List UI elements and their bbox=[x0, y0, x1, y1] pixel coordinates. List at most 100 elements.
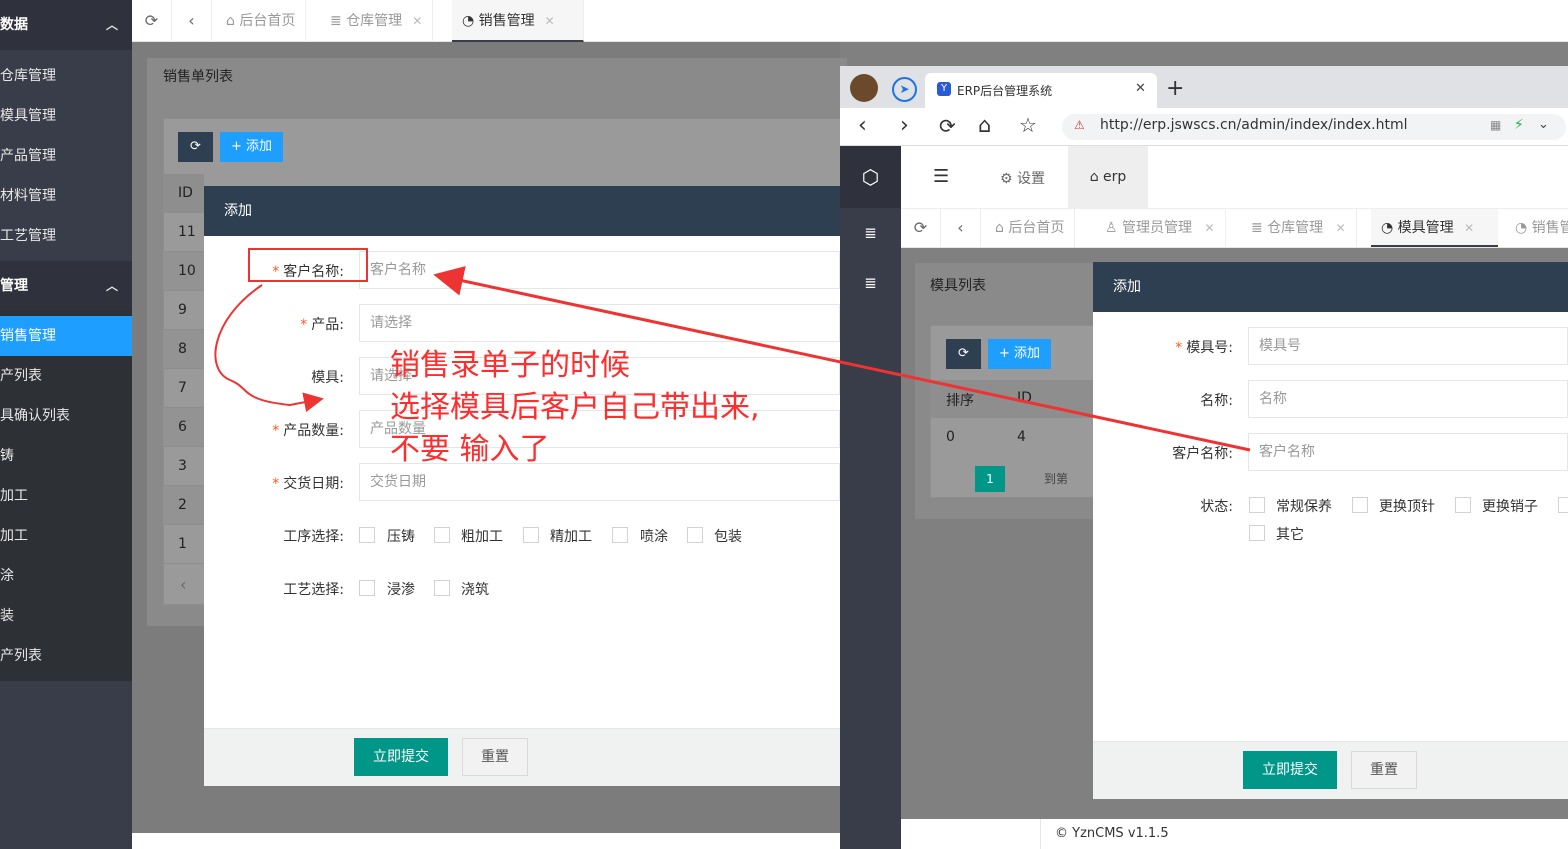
cube-icon[interactable]: ⬡ bbox=[840, 146, 901, 208]
process-option-label: 压铸 bbox=[387, 529, 415, 545]
back-icon[interactable]: ‹ bbox=[858, 113, 867, 138]
list-title: 销售单列表 bbox=[163, 69, 233, 85]
annotation-line: 不要 输入了 bbox=[390, 432, 550, 467]
mold-no-input[interactable]: 模具号 bbox=[1248, 327, 1568, 365]
table-row: 3 bbox=[163, 447, 204, 486]
status-checkbox[interactable] bbox=[1249, 525, 1265, 541]
table-header-sort[interactable]: 排序 bbox=[946, 390, 974, 410]
tab-label: 仓库管理 bbox=[346, 13, 403, 29]
refresh-icon[interactable]: ⟳ bbox=[132, 0, 172, 42]
tab-label: 后台首页 bbox=[239, 13, 296, 29]
chevron-left-icon[interactable]: ‹ bbox=[172, 0, 212, 42]
refresh-button[interactable]: ⟳ bbox=[178, 132, 213, 162]
customer-input[interactable]: 客户名称 bbox=[1248, 433, 1568, 471]
sidebar-item-casting[interactable]: 铸 bbox=[0, 436, 132, 476]
settings-nav[interactable]: ⚙ 设置 bbox=[1000, 168, 1045, 188]
sidebar-item-craft[interactable]: 工艺管理 bbox=[0, 216, 132, 256]
table-row: 6 bbox=[163, 408, 204, 447]
tab-admin[interactable]: ♙ 管理员管理 ✕ bbox=[1095, 209, 1226, 247]
home-icon[interactable]: ⌂ bbox=[978, 113, 991, 137]
star-icon[interactable]: ☆ bbox=[1019, 113, 1037, 137]
erp-nav[interactable]: ⌂ erp bbox=[1068, 146, 1148, 208]
name-input[interactable]: 名称 bbox=[1248, 380, 1568, 418]
sidebar-item-material[interactable]: 材料管理 bbox=[0, 176, 132, 216]
table-row: 7 bbox=[163, 369, 204, 408]
navigate-icon[interactable]: ➤ bbox=[892, 77, 917, 102]
sidebar-item-fine[interactable]: 加工 bbox=[0, 516, 132, 556]
product-select[interactable]: 请选择 bbox=[359, 304, 840, 342]
refresh-icon[interactable]: ⟳ bbox=[901, 209, 941, 247]
refresh-icon: ⟳ bbox=[190, 139, 201, 154]
sidebar-item-production-list[interactable]: 产列表 bbox=[0, 356, 132, 396]
close-icon[interactable]: ✕ bbox=[1336, 221, 1346, 235]
right-header: ☰ ⚙ 设置 ⌂ erp bbox=[901, 146, 1568, 208]
tab-warehouse[interactable]: ≣ 仓库管理 ✕ bbox=[1241, 209, 1357, 247]
sidebar-group-data[interactable]: 数据 ︿ bbox=[0, 0, 132, 50]
url-field[interactable]: ⚠ http://erp.jswscs.cn/admin/index/index… bbox=[1062, 114, 1566, 140]
table-header-id[interactable]: ID bbox=[163, 174, 204, 213]
browser-tab[interactable]: Y ERP后台管理系统 ✕ bbox=[925, 73, 1157, 108]
left-tabbar: ⟳ ‹ ⌂ 后台首页 ≣ 仓库管理 ✕ ◔ 销售管理 ✕ bbox=[132, 0, 1568, 42]
close-icon[interactable]: ✕ bbox=[1204, 221, 1214, 235]
new-tab-button[interactable]: + bbox=[1166, 76, 1184, 101]
chevron-left-icon[interactable]: ‹ bbox=[941, 209, 981, 247]
submit-button[interactable]: 立即提交 bbox=[1243, 751, 1337, 789]
forward-icon[interactable]: › bbox=[900, 113, 909, 138]
close-icon[interactable]: ✕ bbox=[1135, 81, 1146, 96]
sidebar-item-warehouse[interactable]: 仓库管理 bbox=[0, 56, 132, 96]
process-checkbox[interactable] bbox=[434, 527, 450, 543]
craft-checkbox[interactable] bbox=[359, 580, 375, 596]
sidebar-item-paint[interactable]: 涂 bbox=[0, 556, 132, 596]
submit-button[interactable]: 立即提交 bbox=[354, 738, 448, 776]
process-checkbox[interactable] bbox=[523, 527, 539, 543]
menu-toggle-icon[interactable]: ☰ bbox=[933, 166, 949, 187]
page-button[interactable]: 1 bbox=[975, 466, 1005, 492]
reset-button[interactable]: 重置 bbox=[462, 738, 528, 776]
lightning-icon[interactable]: ⚡ bbox=[1514, 117, 1524, 133]
status-checkbox[interactable] bbox=[1558, 497, 1568, 513]
sidebar-item-product-list[interactable]: 产列表 bbox=[0, 636, 132, 676]
process-label: 工序选择: bbox=[283, 529, 344, 545]
tab-home[interactable]: ⌂ 后台首页 bbox=[216, 0, 307, 42]
craft-option-label: 浇筑 bbox=[461, 582, 489, 598]
process-checkbox[interactable] bbox=[359, 527, 375, 543]
reset-button[interactable]: 重置 bbox=[1351, 751, 1417, 789]
avatar[interactable] bbox=[850, 74, 878, 102]
qr-icon[interactable]: ▦ bbox=[1490, 118, 1501, 132]
pager-prev-icon[interactable]: ‹ bbox=[180, 575, 186, 594]
process-checkbox[interactable] bbox=[612, 527, 628, 543]
tab-home[interactable]: ⌂ 后台首页 bbox=[985, 209, 1076, 247]
table-header-id[interactable]: ID bbox=[1017, 390, 1032, 406]
process-checkbox[interactable] bbox=[687, 527, 703, 543]
close-icon[interactable]: ✕ bbox=[1464, 221, 1474, 235]
sidebar-item-product[interactable]: 产品管理 bbox=[0, 136, 132, 176]
refresh-button[interactable]: ⟳ bbox=[946, 339, 981, 369]
sidebar-item-pack[interactable]: 装 bbox=[0, 596, 132, 636]
reload-icon[interactable]: ⟳ bbox=[939, 114, 956, 138]
chevron-down-icon[interactable]: ⌄ bbox=[1538, 117, 1549, 132]
close-icon[interactable]: ✕ bbox=[545, 14, 555, 28]
sidebar-item-sales[interactable]: 销售管理 bbox=[0, 316, 132, 356]
craft-label: 工艺选择: bbox=[283, 582, 344, 598]
tab-warehouse[interactable]: ≣ 仓库管理 ✕ bbox=[320, 0, 434, 42]
add-button[interactable]: + 添加 bbox=[988, 339, 1051, 369]
required-mark: * bbox=[272, 476, 280, 492]
craft-checkbox[interactable] bbox=[434, 580, 450, 596]
database-icon[interactable]: ≣ bbox=[840, 218, 901, 248]
customer-input[interactable]: 客户名称 bbox=[359, 251, 840, 289]
status-checkbox[interactable] bbox=[1249, 497, 1265, 513]
customer-label: 客户名称: bbox=[1172, 446, 1233, 462]
tab-sales[interactable]: ◔ 销售管 bbox=[1505, 209, 1568, 247]
tab-mold[interactable]: ◔ 模具管理 ✕ bbox=[1371, 209, 1498, 247]
status-checkbox[interactable] bbox=[1455, 497, 1471, 513]
sidebar-group-manage[interactable]: 管理 ︿ bbox=[0, 261, 132, 311]
sidebar-item-rough[interactable]: 加工 bbox=[0, 476, 132, 516]
database-icon[interactable]: ≣ bbox=[840, 268, 901, 298]
status-checkbox[interactable] bbox=[1352, 497, 1368, 513]
sidebar-item-mold-confirm[interactable]: 具确认列表 bbox=[0, 396, 132, 436]
tab-sales[interactable]: ◔ 销售管理 ✕ bbox=[452, 0, 584, 42]
sidebar-item-mold[interactable]: 模具管理 bbox=[0, 96, 132, 136]
add-button[interactable]: + 添加 bbox=[220, 132, 283, 162]
close-icon[interactable]: ✕ bbox=[412, 14, 422, 28]
modal-title: 添加 bbox=[204, 186, 840, 236]
